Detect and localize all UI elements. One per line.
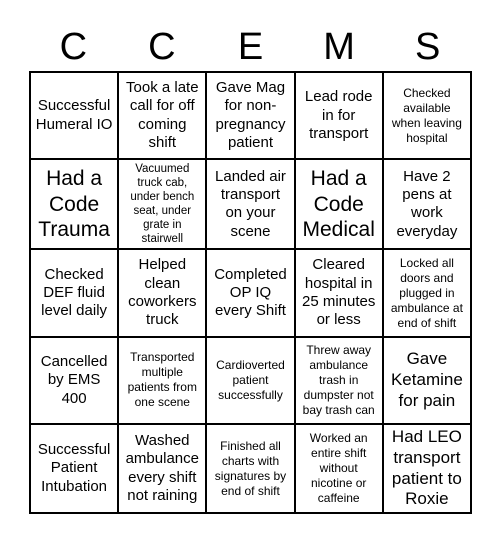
bingo-cell[interactable]: Checked DEF fluid level daily (30, 249, 119, 337)
bingo-cell[interactable]: Successful Patient Intubation (30, 424, 119, 513)
bingo-cell[interactable]: Vacuumed truck cab, under bench seat, un… (118, 159, 207, 250)
bingo-cell[interactable]: Gave Mag for non-pregnancy patient (206, 72, 295, 160)
bingo-cell[interactable]: Cleared hospital in 25 minutes or less (294, 249, 383, 337)
bingo-cell[interactable]: Had a Code Trauma (30, 159, 119, 250)
header-letter: C (148, 26, 176, 68)
bingo-cell[interactable]: Cardioverted patient successfully (206, 336, 295, 425)
bingo-cell[interactable]: Lead rode in for transport (294, 72, 383, 160)
bingo-cell[interactable]: Worked an entire shift without nicotine … (294, 424, 383, 513)
bingo-cell[interactable]: Threw away ambulance trash in dumpster n… (294, 336, 383, 425)
bingo-cell[interactable]: Transported multiple patients from one s… (118, 336, 207, 425)
bingo-header: C C E M S (29, 24, 472, 70)
bingo-cell[interactable]: Gave Ketamine for pain (382, 336, 471, 425)
bingo-cell[interactable]: Completed OP IQ every Shift (206, 249, 295, 337)
header-letter: E (237, 26, 264, 68)
bingo-cell[interactable]: Landed air transport on your scene (206, 159, 295, 250)
bingo-cell[interactable]: Helped clean coworkers truck (118, 249, 207, 337)
bingo-cell[interactable]: Had LEO transport patient to Roxie (382, 424, 471, 513)
bingo-cell[interactable]: Washed ambulance every shift not raining (118, 424, 207, 513)
header-letter: S (415, 26, 441, 68)
bingo-cell[interactable]: Successful Humeral IO (30, 72, 119, 160)
bingo-grid: Successful Humeral IO Took a late call f… (29, 71, 472, 514)
bingo-cell[interactable]: Checked available when leaving hospital (382, 72, 471, 160)
bingo-cell[interactable]: Finished all charts with signatures by e… (206, 424, 295, 513)
header-letter: C (59, 26, 88, 68)
bingo-cell[interactable]: Cancelled by EMS 400 (30, 336, 119, 425)
bingo-cell[interactable]: Have 2 pens at work everyday (382, 159, 471, 250)
bingo-cell[interactable]: Took a late call for off coming shift (118, 72, 207, 160)
header-letter: M (323, 26, 355, 68)
bingo-cell[interactable]: Had a Code Medical (294, 159, 383, 250)
bingo-cell[interactable]: Locked all doors and plugged in ambulanc… (382, 249, 471, 337)
